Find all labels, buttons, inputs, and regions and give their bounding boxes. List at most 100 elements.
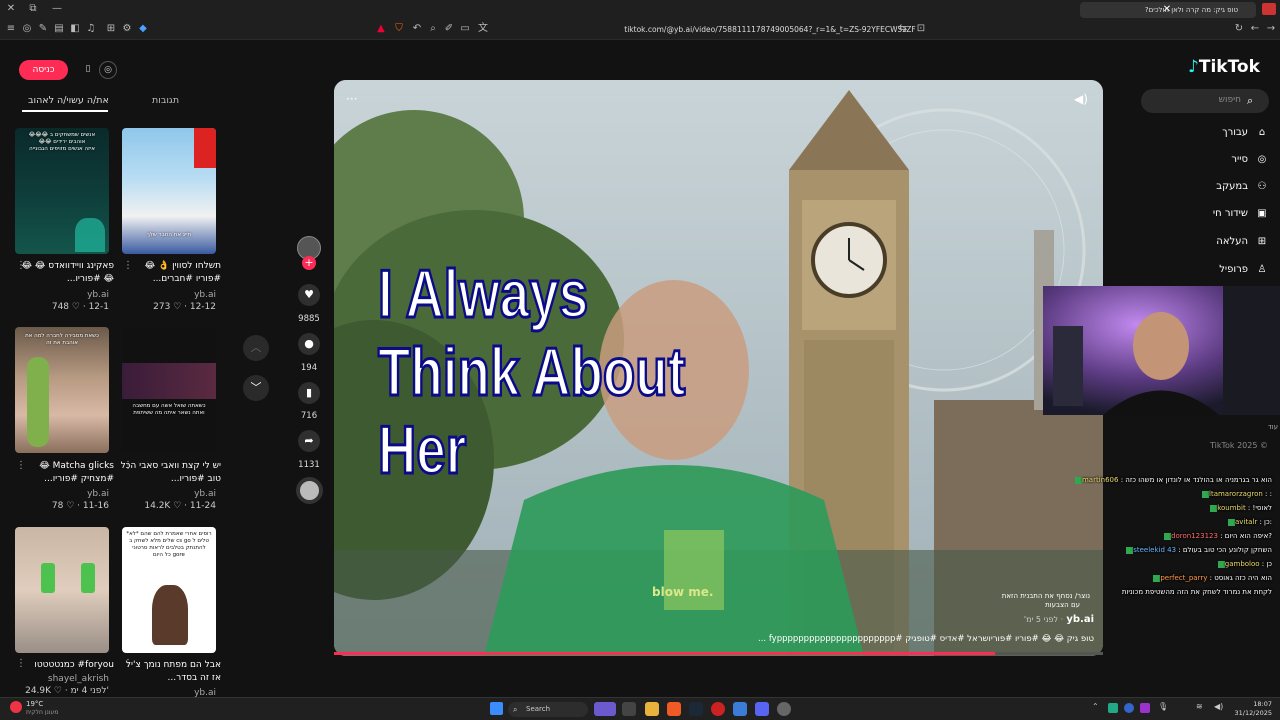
video-caption[interactable]: טופ גיק 😂 😂 #פוריו #פוריושראל #אדיס #טופ… (674, 634, 1094, 644)
screenshot-icon[interactable]: ▭ (458, 22, 472, 36)
video-thumbnail[interactable]: אנשים שמשחקים ב 😂😂😂 אוהבים ירידים 😂😂 איז… (15, 128, 109, 254)
tabs-icon[interactable]: ▤ (52, 22, 66, 36)
search-input[interactable]: חיפוש (1201, 95, 1241, 105)
chat-message: ?איפה הוא היום : doron123123 (900, 532, 1272, 540)
back-icon[interactable]: ← (1248, 22, 1262, 36)
forward-icon[interactable]: → (1264, 22, 1278, 36)
tray-overflow-icon[interactable]: ⌃ (1092, 702, 1099, 711)
nav-live[interactable]: ▣ שידור חי (1180, 208, 1270, 224)
video-player[interactable]: I Always Think About Her blow me. ··· ◀)… (334, 80, 1103, 656)
brave-browser-icon[interactable] (667, 702, 681, 716)
clock-date[interactable]: 31/12/2025 (1232, 709, 1272, 717)
video-title[interactable]: פאקינג וויידוואדס 😂 😂 😂 #פוריו... (10, 260, 114, 286)
video-thumbnail[interactable] (15, 527, 109, 653)
video-author[interactable]: yb.ai (15, 290, 109, 300)
warning-icon[interactable]: ▲ (374, 22, 388, 36)
video-thumbnail[interactable]: רוסים אחרי שאמרת להם שהם *לא* טלים ל cs … (122, 527, 216, 653)
video-title[interactable]: יש לי קצת וואבי סאבי הכל טוב #פוריו... (117, 460, 221, 486)
compass-icon[interactable]: ◎ (99, 61, 117, 79)
clock-time[interactable]: 18:07 (1232, 700, 1272, 708)
comment-button[interactable]: ● (298, 333, 320, 355)
video-author[interactable]: yb.ai (122, 489, 216, 499)
search-bar[interactable]: ⌕ חיפוש (1141, 89, 1269, 113)
close-tab-icon[interactable]: ✕ (1160, 3, 1174, 17)
app-icon[interactable] (733, 702, 747, 716)
video-thumbnail[interactable]: כשאת מסבירה לחברה למה את אוהבת את זה (15, 327, 109, 453)
save-button[interactable]: ▮ (298, 382, 320, 404)
draw-icon[interactable]: ✐ (442, 22, 456, 36)
nav-label: סייר (1231, 154, 1248, 165)
tray-app-icon[interactable] (1124, 703, 1134, 713)
nav-profile[interactable]: ♙ פרופיל (1180, 264, 1270, 280)
share-url-icon[interactable]: ⇆ (896, 22, 910, 36)
volume-icon[interactable]: ◀) (1074, 92, 1088, 106)
chat-text: לקחת את נמרוד לשחק את הזה מהשטיפת מכוניו… (1121, 588, 1272, 596)
video-title[interactable]: foryou# כמנטטטטו (10, 659, 114, 672)
undo-icon[interactable]: ↶ (410, 22, 424, 36)
task-view-icon[interactable] (622, 702, 636, 716)
tab-title: טופ גיק: מה קרה ולאן הולכים? (1144, 6, 1238, 14)
tray-app-icon[interactable] (1108, 703, 1118, 713)
vpn-icon[interactable]: ◆ (136, 22, 150, 36)
search-icon[interactable]: ⌕ (1247, 94, 1253, 108)
tab-you-may-like[interactable]: את/ה עשוי/ה לאהוב (28, 95, 109, 106)
sidebar-icon[interactable]: ◧ (68, 22, 82, 36)
mobile-icon[interactable]: ▯ (79, 61, 97, 79)
obs-icon[interactable] (711, 702, 725, 716)
minimize-window-icon[interactable]: — (50, 2, 64, 16)
mic-icon[interactable]: 🎙 (1158, 702, 1168, 711)
login-button[interactable]: כניסה (19, 60, 68, 80)
widgets-icon[interactable] (594, 702, 616, 716)
restore-window-icon[interactable]: ⧉ (26, 2, 40, 16)
share-button[interactable]: ➦ (298, 430, 320, 452)
zoom-icon[interactable]: ⌕ (426, 22, 440, 36)
translate-icon[interactable]: 文 (476, 22, 490, 36)
steam-icon[interactable] (689, 702, 703, 716)
discord-icon[interactable] (755, 702, 769, 716)
more-icon[interactable]: ··· (346, 92, 357, 106)
video-author[interactable]: yb.ai (15, 489, 109, 499)
music-icon[interactable]: ♫ (84, 22, 98, 36)
volume-icon[interactable]: ◀) (1214, 702, 1223, 711)
weather-icon[interactable] (10, 701, 22, 713)
taskbar-search[interactable]: ⌕ Search (508, 702, 588, 717)
video-progress-bar[interactable] (334, 652, 1103, 655)
video-title[interactable]: אבל הם מפתח נומך צ'יל אז זה בסדר... (117, 659, 221, 685)
video-author[interactable]: yb.ai (122, 290, 216, 300)
tiktok-logo[interactable]: ♪TikTok (1188, 57, 1260, 77)
pen-icon[interactable]: ✎ (36, 22, 50, 36)
close-window-icon[interactable]: ✕ (4, 2, 18, 16)
nav-for-you[interactable]: ⌂ עבורך (1180, 127, 1270, 143)
tray-app-icon[interactable] (1140, 703, 1150, 713)
extension-icon[interactable]: ⊞ (104, 22, 118, 36)
windows-start-icon[interactable] (490, 702, 503, 715)
chat-username: martin606 (1081, 476, 1119, 484)
like-count: 9885 (298, 314, 320, 324)
previous-video-button[interactable]: ︿ (243, 335, 269, 361)
video-thumbnail[interactable]: תייג את החבר שלך (122, 128, 216, 254)
puzzle-icon[interactable]: ⚙ (120, 22, 134, 36)
video-author[interactable]: shayel_akrish (15, 674, 109, 684)
wifi-icon[interactable]: ≋ (1196, 702, 1203, 711)
tab-comments[interactable]: תגובות (152, 95, 179, 106)
video-title[interactable]: Matcha glicks 😂 #מצחיק #פוריו... (10, 460, 114, 486)
like-button[interactable]: ♥ (298, 284, 320, 306)
nav-explore[interactable]: ◎ סייר (1180, 154, 1270, 170)
video-thumbnail[interactable]: כשאתה שואל אשה עם מחשבה ואתה נשאר איתה מ… (122, 327, 216, 453)
bookmark-icon[interactable]: ⊡ (914, 22, 928, 36)
reload-icon[interactable]: ↻ (1232, 22, 1246, 36)
follow-plus-icon[interactable]: + (302, 256, 316, 270)
file-explorer-icon[interactable] (645, 702, 659, 716)
nav-following[interactable]: ⚇ במעקב (1180, 181, 1270, 197)
video-author-name[interactable]: yb.ai (1066, 614, 1094, 625)
nav-upload[interactable]: ⊞ העלאה (1180, 236, 1270, 252)
menu-icon[interactable]: ≡ (4, 22, 18, 36)
nav-label: שידור חי (1212, 208, 1248, 219)
video-title[interactable]: תשלחו לסווין 👌 😂 #פוריו #חברים... (117, 260, 221, 286)
shield-icon[interactable]: ◎ (20, 22, 34, 36)
next-video-button[interactable]: ﹀ (243, 375, 269, 401)
brave-shield-icon[interactable]: ⛉ (392, 22, 406, 36)
sound-disc-icon[interactable] (296, 477, 323, 504)
more-link[interactable]: עוד (1240, 423, 1278, 431)
settings-icon[interactable] (777, 702, 791, 716)
